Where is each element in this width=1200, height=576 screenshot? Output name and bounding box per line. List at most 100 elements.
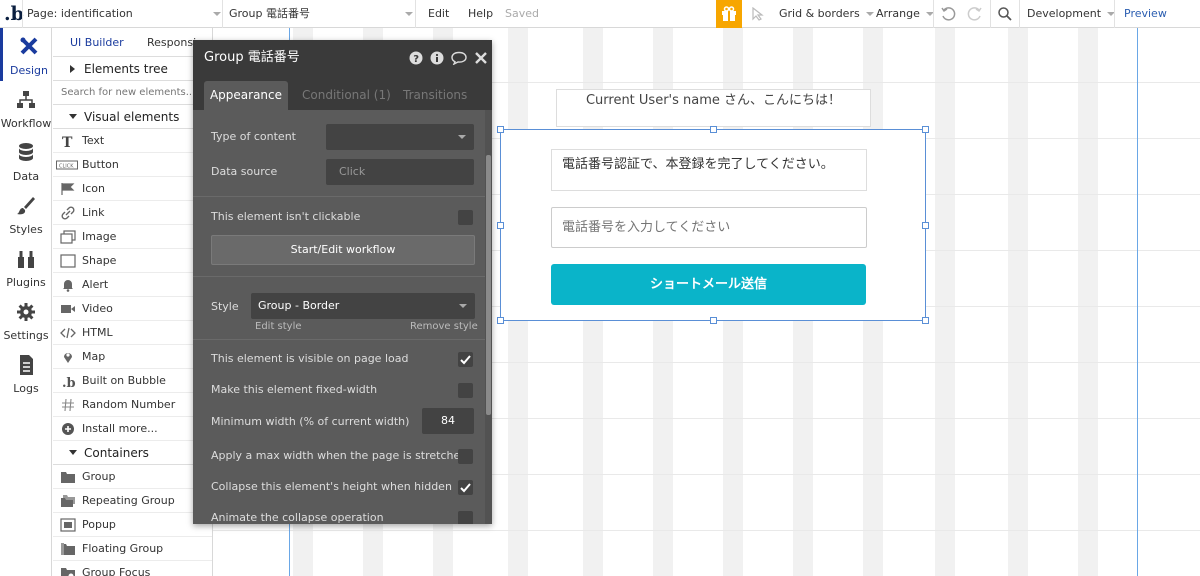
min-width-input[interactable]: 84	[422, 408, 474, 434]
settings-icon	[17, 303, 35, 321]
nav-workflow[interactable]: Workflow	[0, 81, 52, 134]
nav-styles[interactable]: Styles	[0, 187, 52, 240]
nav-plugins[interactable]: Plugins	[0, 240, 52, 293]
cursor-icon[interactable]	[752, 7, 764, 21]
element-install-more[interactable]: Install more...	[53, 417, 212, 441]
arrange-menu[interactable]: Arrange	[876, 0, 934, 28]
element-popup[interactable]: Popup	[53, 513, 212, 537]
remove-style-link[interactable]: Remove style	[410, 321, 478, 332]
comment-icon[interactable]	[451, 51, 467, 65]
element-selector[interactable]: Group 電話番号	[229, 0, 413, 28]
info-icon[interactable]	[430, 51, 444, 65]
divider	[1019, 0, 1020, 28]
phone-number-input[interactable]	[551, 207, 867, 248]
grid-borders-menu[interactable]: Grid & borders	[779, 0, 874, 28]
bubble-logo[interactable]: .b	[4, 3, 24, 25]
resize-handle[interactable]	[922, 222, 929, 229]
resize-handle[interactable]	[710, 126, 717, 133]
edit-style-link[interactable]: Edit style	[255, 321, 302, 332]
gift-button[interactable]	[716, 0, 742, 28]
element-image[interactable]: Image	[53, 225, 212, 249]
nav-plugins-label: Plugins	[6, 276, 46, 289]
resize-handle[interactable]	[497, 222, 504, 229]
start-edit-workflow-button[interactable]: Start/Edit workflow	[211, 235, 475, 265]
resize-handle[interactable]	[922, 126, 929, 133]
search-icon[interactable]	[997, 6, 1013, 22]
tab-appearance[interactable]: Appearance	[204, 81, 288, 110]
video-icon	[61, 305, 75, 313]
nav-data[interactable]: Data	[0, 134, 52, 187]
scrollbar-thumb[interactable]	[486, 155, 491, 415]
elements-tree-toggle[interactable]: Elements tree	[53, 57, 212, 81]
type-of-content-select[interactable]	[326, 124, 474, 150]
element-text[interactable]: T Text	[53, 129, 212, 153]
max-width-checkbox[interactable]	[458, 449, 473, 464]
element-label: Repeating Group	[82, 494, 175, 507]
editor-header[interactable]: Group 電話番号 ?	[193, 40, 492, 76]
element-search-input[interactable]	[61, 81, 211, 103]
nav-settings-label: Settings	[3, 329, 49, 342]
help-menu[interactable]: Help	[468, 0, 493, 28]
element-random-number[interactable]: Random Number	[53, 393, 212, 417]
element-icon[interactable]: Icon	[53, 177, 212, 201]
animate-collapse-checkbox[interactable]	[458, 511, 473, 524]
workflow-icon	[17, 91, 35, 108]
greeting-text[interactable]: Current User's name さん、こんにちは！	[556, 89, 871, 127]
element-button[interactable]: CLICK Button	[53, 153, 212, 177]
fixed-width-checkbox[interactable]	[458, 383, 473, 398]
tab-ui-builder[interactable]: UI Builder	[70, 28, 124, 57]
element-group[interactable]: Group	[53, 465, 212, 489]
bell-icon	[63, 280, 73, 292]
not-clickable-label: This element isn't clickable	[211, 210, 361, 223]
style-select[interactable]: Group - Border	[251, 293, 475, 319]
resize-handle[interactable]	[710, 317, 717, 324]
tab-transitions[interactable]: Transitions	[403, 81, 467, 110]
element-alert[interactable]: Alert	[53, 273, 212, 297]
element-shape[interactable]: Shape	[53, 249, 212, 273]
tab-conditional[interactable]: Conditional (1)	[302, 81, 391, 110]
visible-on-load-checkbox[interactable]	[458, 352, 473, 367]
preview-link[interactable]: Preview	[1124, 0, 1167, 28]
page-selector[interactable]: Page: identification	[27, 0, 221, 28]
element-video[interactable]: Video	[53, 297, 212, 321]
undo-icon[interactable]	[940, 6, 956, 22]
version-selector[interactable]: Development	[1027, 0, 1116, 28]
containers-section[interactable]: Containers	[53, 441, 212, 465]
element-repeating-group[interactable]: Repeating Group	[53, 489, 212, 513]
nav-logs[interactable]: Logs	[0, 346, 52, 399]
element-label: Install more...	[82, 422, 158, 435]
element-built-on-bubble[interactable]: .b Built on Bubble	[53, 369, 212, 393]
type-of-content-label: Type of content	[211, 130, 296, 143]
data-source-field[interactable]: Click	[326, 159, 474, 185]
nav-design-label: Design	[10, 64, 48, 77]
not-clickable-checkbox[interactable]	[458, 210, 473, 225]
collapse-height-checkbox[interactable]	[458, 480, 473, 495]
help-icon[interactable]: ?	[409, 51, 423, 65]
element-link[interactable]: Link	[53, 201, 212, 225]
chevron-down-icon	[69, 450, 77, 455]
nav-design[interactable]: Design	[0, 28, 52, 81]
resize-handle[interactable]	[922, 317, 929, 324]
element-group-focus[interactable]: Group Focus	[53, 561, 212, 576]
element-html[interactable]: HTML	[53, 321, 212, 345]
nav-settings[interactable]: Settings	[0, 293, 52, 346]
instruction-text[interactable]: 電話番号認証で、本登録を完了してください。	[551, 149, 867, 191]
close-icon[interactable]	[474, 51, 488, 65]
focus-folder-icon	[61, 568, 75, 576]
redo-icon[interactable]	[967, 6, 983, 22]
gift-icon	[722, 6, 736, 21]
element-label: Text	[82, 134, 105, 147]
resize-handle[interactable]	[497, 126, 504, 133]
min-width-label: Minimum width (% of current width)	[211, 415, 410, 428]
resize-handle[interactable]	[497, 317, 504, 324]
element-label: Button	[82, 158, 119, 171]
edit-menu[interactable]: Edit	[428, 0, 449, 28]
element-floating-group[interactable]: Floating Group	[53, 537, 212, 561]
hash-icon	[62, 398, 74, 412]
element-map[interactable]: Map	[53, 345, 212, 369]
style-value: Group - Border	[258, 299, 340, 312]
visual-elements-section[interactable]: Visual elements	[53, 105, 212, 129]
send-sms-button[interactable]: ショートメール送信	[551, 264, 866, 305]
editor-scrollbar[interactable]	[485, 110, 492, 524]
button-icon: CLICK	[56, 160, 78, 170]
